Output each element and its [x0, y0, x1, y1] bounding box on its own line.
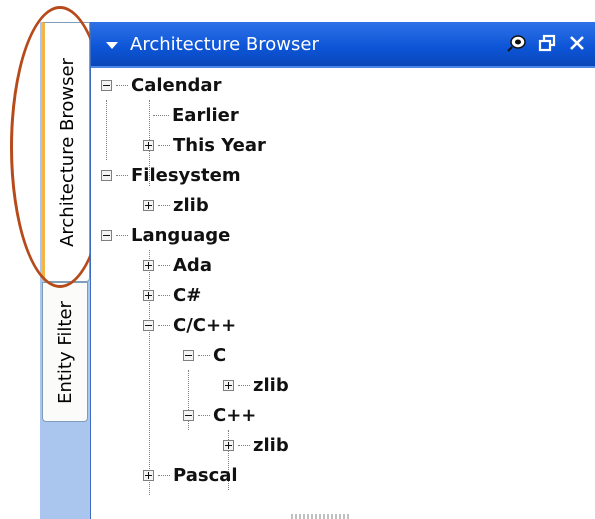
collapse-icon[interactable] [183, 349, 194, 361]
tree-node-ada[interactable]: Ada [143, 252, 212, 278]
collapse-icon[interactable] [143, 319, 154, 331]
close-icon[interactable] [566, 32, 588, 54]
tab-label: Architecture Browser [56, 57, 78, 247]
tree-node-label: Pascal [173, 464, 238, 486]
tree-node-pascal[interactable]: Pascal [143, 462, 238, 488]
tree-node-label: This Year [173, 134, 266, 156]
tree-node-zlib[interactable]: zlib [223, 432, 289, 458]
architecture-browser-panel: Architecture Browser Calendar Earlier Th… [90, 22, 595, 519]
tree-node-cpp[interactable]: C++ [183, 402, 256, 428]
tree-node-label: Language [131, 224, 231, 246]
tree-node-label: zlib [253, 434, 289, 456]
collapse-icon[interactable] [101, 229, 112, 241]
expand-icon[interactable] [143, 469, 154, 481]
expand-icon[interactable] [143, 259, 154, 271]
expand-icon[interactable] [143, 199, 154, 211]
tree-node-language[interactable]: Language [101, 222, 230, 248]
tree-node-csharp[interactable]: C# [143, 282, 201, 308]
collapse-icon[interactable] [101, 169, 112, 181]
tree-node-label: zlib [253, 374, 289, 396]
tree-node-label: C# [173, 284, 202, 306]
tree-node-label: Earlier [172, 104, 239, 126]
panel-titlebar: Architecture Browser [91, 22, 595, 68]
tab-entity-filter[interactable]: Entity Filter [42, 282, 88, 422]
expand-icon[interactable] [223, 439, 234, 451]
resize-grip[interactable] [291, 514, 351, 519]
tree-node-calendar[interactable]: Calendar [101, 72, 221, 98]
expand-icon[interactable] [223, 379, 234, 391]
tab-architecture-browser[interactable]: Architecture Browser [42, 22, 90, 282]
tree-node-c[interactable]: C [183, 342, 226, 368]
dropdown-arrow-icon[interactable] [106, 41, 118, 49]
tab-label: Entity Filter [54, 300, 76, 404]
tree-node-zlib[interactable]: zlib [223, 372, 289, 398]
tree-node-label: C++ [213, 404, 257, 426]
tree-node-label: zlib [173, 194, 209, 216]
tree-node-label: C/C++ [173, 314, 237, 336]
expand-icon[interactable] [143, 139, 154, 151]
tree-node-filesystem[interactable]: Filesystem [101, 162, 241, 188]
tree-node-label: Calendar [131, 74, 222, 96]
panel-title: Architecture Browser [130, 33, 319, 55]
tree-node-zlib[interactable]: zlib [143, 192, 209, 218]
tree-node-earlier[interactable]: Earlier [153, 102, 239, 128]
expand-icon[interactable] [143, 289, 154, 301]
tree-node-c-cpp[interactable]: C/C++ [143, 312, 236, 338]
pin-icon[interactable] [506, 32, 528, 54]
tree-node-this-year[interactable]: This Year [143, 132, 266, 158]
collapse-icon[interactable] [183, 409, 194, 421]
tree-connector [106, 100, 107, 160]
tree-node-label: Filesystem [131, 164, 241, 186]
restore-icon[interactable] [536, 32, 558, 54]
collapse-icon[interactable] [101, 79, 112, 91]
tree-node-label: C [213, 344, 227, 366]
tree-node-label: Ada [173, 254, 212, 276]
